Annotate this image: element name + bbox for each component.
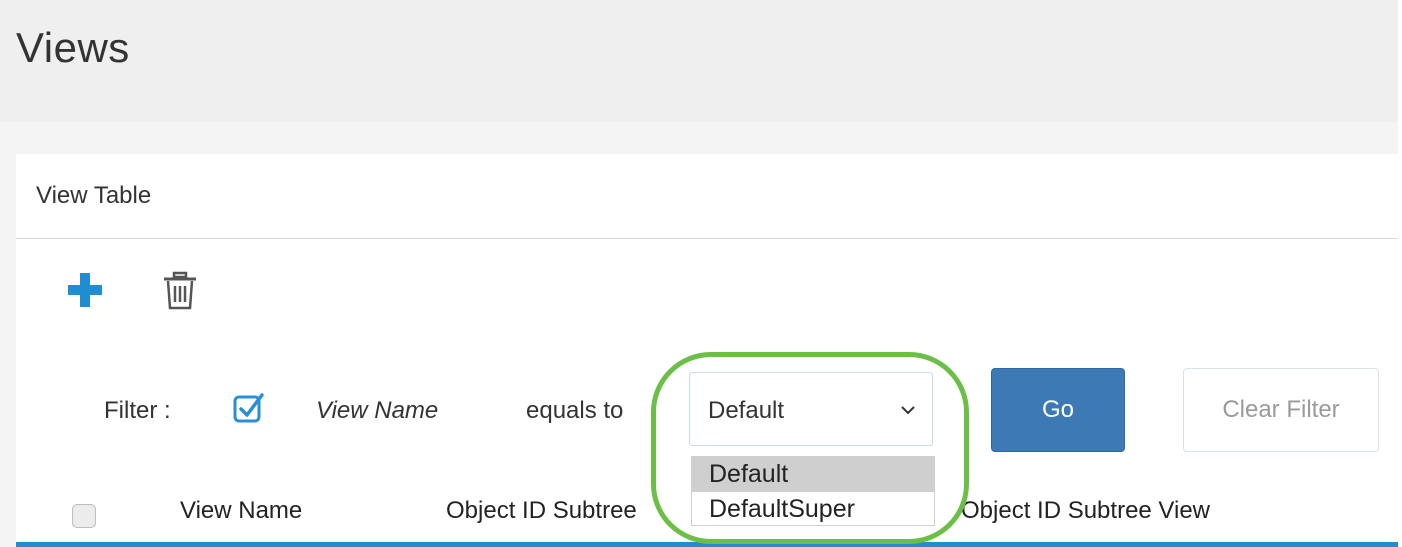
view-name-select[interactable]: Default bbox=[689, 372, 933, 446]
filter-field-label: View Name bbox=[316, 397, 439, 424]
column-header-view-name[interactable]: View Name bbox=[180, 497, 302, 525]
card-title: View Table bbox=[36, 182, 152, 209]
page-gap bbox=[0, 122, 1398, 154]
dropdown-option-default[interactable]: Default bbox=[692, 457, 934, 492]
page-header: Views bbox=[0, 0, 1398, 122]
trash-icon[interactable] bbox=[162, 271, 198, 311]
column-header-object-id-subtree[interactable]: Object ID Subtree bbox=[446, 497, 689, 525]
clear-filter-button[interactable]: Clear Filter bbox=[1183, 368, 1379, 452]
select-value: Default bbox=[708, 397, 785, 424]
column-header-object-id-subtree-view[interactable]: Object ID Subtree View bbox=[961, 497, 1210, 525]
dropdown-option-defaultsuper[interactable]: DefaultSuper bbox=[692, 492, 934, 527]
select-all-checkbox[interactable] bbox=[72, 504, 96, 528]
plus-icon[interactable] bbox=[68, 273, 102, 307]
chevron-down-icon bbox=[901, 406, 915, 415]
dropdown-list: Default DefaultSuper bbox=[691, 456, 935, 526]
filter-label: Filter : bbox=[104, 397, 171, 424]
page-title: Views bbox=[16, 24, 130, 71]
table-accent-bar bbox=[16, 542, 1398, 547]
go-button[interactable]: Go bbox=[991, 368, 1125, 452]
view-table-card: View Table Filter : View Name equals to … bbox=[16, 154, 1398, 547]
filter-checkbox[interactable] bbox=[233, 392, 265, 424]
filter-operator-label: equals to bbox=[526, 397, 624, 424]
left-gutter bbox=[0, 154, 16, 547]
card-divider bbox=[16, 238, 1398, 239]
